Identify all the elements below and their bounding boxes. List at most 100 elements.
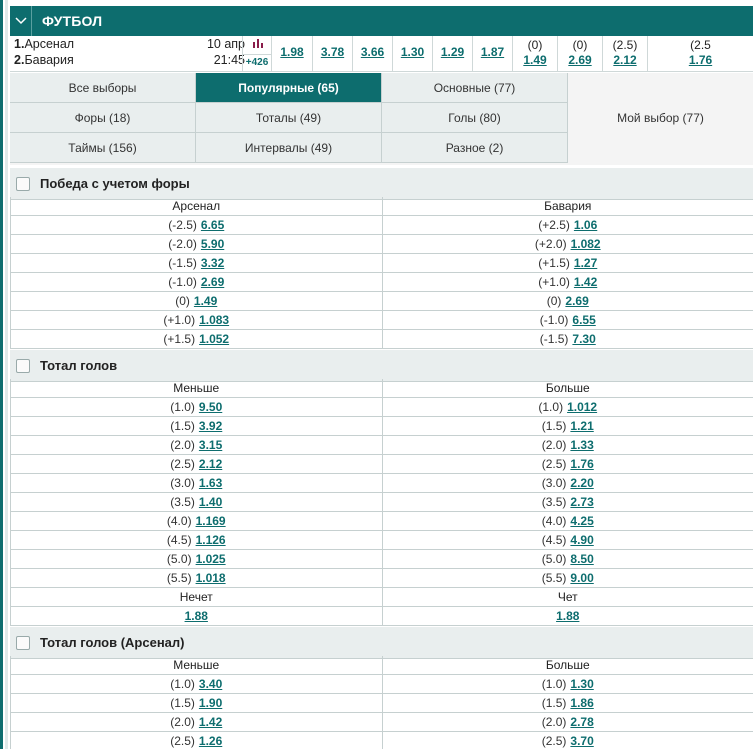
tab-my-choice[interactable]: Мой выбор (77): [568, 73, 753, 163]
odd-value[interactable]: 1.29: [433, 36, 472, 68]
team-1[interactable]: 1.Арсенал: [14, 37, 74, 51]
odd-cell[interactable]: (2.5) 3.70: [383, 732, 753, 749]
stats-cell[interactable]: +426: [242, 36, 272, 72]
odd-value[interactable]: 3.40: [199, 677, 222, 691]
odd-cell[interactable]: (2.5) 1.26: [11, 732, 383, 749]
odd-cell[interactable]: (3.0) 1.63: [11, 474, 383, 492]
odd-value[interactable]: 1.76: [648, 52, 753, 68]
tab-totals[interactable]: Тоталы (49): [196, 103, 382, 133]
chevron-down-icon[interactable]: [10, 6, 32, 36]
odd-cell[interactable]: (+1.0) 1.083: [11, 311, 383, 329]
odd-value[interactable]: 2.20: [570, 476, 593, 490]
odd-cell[interactable]: (1.5) 1.90: [11, 694, 383, 712]
odd-cell[interactable]: (4.0) 4.25: [383, 512, 753, 530]
event-odd-cell[interactable]: 3.78: [313, 36, 353, 72]
tab-halves[interactable]: Таймы (156): [10, 133, 196, 163]
odd-cell[interactable]: (3.0) 2.20: [383, 474, 753, 492]
odd-value[interactable]: 1.87: [473, 36, 512, 68]
odd-cell[interactable]: (-1.5) 7.30: [383, 330, 753, 348]
odd-cell[interactable]: (0) 1.49: [11, 292, 383, 310]
odd-value[interactable]: 3.66: [353, 36, 392, 68]
odd-cell[interactable]: (1.0) 9.50: [11, 398, 383, 416]
odd-cell[interactable]: (1.5) 3.92: [11, 417, 383, 435]
odd-value[interactable]: 9.50: [199, 400, 222, 414]
odd-value[interactable]: 1.21: [570, 419, 593, 433]
event-odd-cell[interactable]: 1.30: [393, 36, 433, 72]
odd-cell[interactable]: (4.5) 1.126: [11, 531, 383, 549]
odd-value[interactable]: 2.12: [603, 52, 647, 68]
odd-cell[interactable]: (1.0) 1.30: [383, 675, 753, 693]
odd-cell[interactable]: (2.5) 1.76: [383, 455, 753, 473]
event-odd-cell[interactable]: (0) 1.49: [513, 36, 558, 72]
odd-cell[interactable]: (3.5) 2.73: [383, 493, 753, 511]
market-checkbox[interactable]: [16, 176, 30, 191]
market-title-team-totals[interactable]: Тотал голов (Арсенал): [10, 627, 753, 659]
odd-value[interactable]: 1.33: [570, 438, 593, 452]
odd-value[interactable]: 1.88: [185, 609, 208, 623]
odd-cell[interactable]: (0) 2.69: [383, 292, 753, 310]
odd-value[interactable]: 6.55: [572, 313, 595, 327]
odd-value[interactable]: 1.082: [571, 237, 601, 251]
odd-value[interactable]: 4.90: [570, 533, 593, 547]
odd-cell[interactable]: (2.0) 1.42: [11, 713, 383, 731]
odd-value[interactable]: 1.40: [199, 495, 222, 509]
odd-cell[interactable]: (-1.0) 2.69: [11, 273, 383, 291]
odd-value[interactable]: 1.083: [199, 313, 229, 327]
odd-value[interactable]: 2.69: [201, 275, 224, 289]
odd-cell[interactable]: (4.5) 4.90: [383, 531, 753, 549]
odd-value[interactable]: 4.25: [570, 514, 593, 528]
odd-cell[interactable]: (2.0) 1.33: [383, 436, 753, 454]
odd-value[interactable]: 1.052: [199, 332, 229, 346]
odd-value[interactable]: 1.30: [393, 36, 432, 68]
event-odd-cell[interactable]: 1.87: [473, 36, 513, 72]
odd-cell[interactable]: (5.0) 1.025: [11, 550, 383, 568]
tab-all[interactable]: Все выборы: [10, 73, 196, 103]
odd-value[interactable]: 2.69: [558, 52, 602, 68]
odd-value[interactable]: 6.65: [201, 218, 224, 232]
odd-value[interactable]: 8.50: [570, 552, 593, 566]
tab-main[interactable]: Основные (77): [382, 73, 568, 103]
odd-value[interactable]: 1.025: [196, 552, 226, 566]
team-2[interactable]: 2.Бавария: [14, 53, 74, 67]
odd-value[interactable]: 1.63: [199, 476, 222, 490]
odd-cell[interactable]: (5.0) 8.50: [383, 550, 753, 568]
odd-value[interactable]: 1.169: [196, 514, 226, 528]
odd-cell[interactable]: (1.5) 1.21: [383, 417, 753, 435]
odd-value[interactable]: 9.00: [570, 571, 593, 585]
odd-value[interactable]: 1.49: [194, 294, 217, 308]
odd-cell[interactable]: (4.0) 1.169: [11, 512, 383, 530]
odd-cell[interactable]: (2.5) 2.12: [11, 455, 383, 473]
odd-value[interactable]: 1.26: [199, 734, 222, 748]
odd-cell[interactable]: (-1.0) 6.55: [383, 311, 753, 329]
event-odd-cell[interactable]: 1.98: [272, 36, 313, 72]
odd-cell[interactable]: (+1.5) 1.052: [11, 330, 383, 348]
market-title-handicap[interactable]: Победа с учетом форы: [10, 168, 753, 200]
event-odd-cell[interactable]: (2.5) 2.12: [603, 36, 648, 72]
odd-cell[interactable]: (2.0) 3.15: [11, 436, 383, 454]
odd-value[interactable]: 2.78: [570, 715, 593, 729]
odd-value[interactable]: 3.92: [199, 419, 222, 433]
odd-value[interactable]: 1.76: [570, 457, 593, 471]
tab-intervals[interactable]: Интервалы (49): [196, 133, 382, 163]
odd-cell[interactable]: (-1.5) 3.32: [11, 254, 383, 272]
odd-value[interactable]: 3.70: [570, 734, 593, 748]
tab-handicaps[interactable]: Форы (18): [10, 103, 196, 133]
odd-cell[interactable]: (3.5) 1.40: [11, 493, 383, 511]
tab-popular[interactable]: Популярные (65): [196, 73, 382, 103]
odd-value[interactable]: 1.98: [272, 36, 312, 68]
odd-cell[interactable]: (1.0) 1.012: [383, 398, 753, 416]
tab-goals[interactable]: Голы (80): [382, 103, 568, 133]
odd-value[interactable]: 2.73: [570, 495, 593, 509]
odd-cell[interactable]: (5.5) 1.018: [11, 569, 383, 587]
odd-value[interactable]: 3.32: [201, 256, 224, 270]
odd-value[interactable]: 1.126: [196, 533, 226, 547]
tab-misc[interactable]: Разное (2): [382, 133, 568, 163]
market-title-totals[interactable]: Тотал голов: [10, 350, 753, 382]
odd-value[interactable]: 2.69: [565, 294, 588, 308]
event-odd-cell[interactable]: 3.66: [353, 36, 393, 72]
odd-value[interactable]: 3.78: [313, 36, 352, 68]
event-odd-cell[interactable]: 1.29: [433, 36, 473, 72]
odd-cell[interactable]: (2.0) 2.78: [383, 713, 753, 731]
odd-value[interactable]: 1.42: [199, 715, 222, 729]
odd-cell[interactable]: (+1.5) 1.27: [383, 254, 753, 272]
